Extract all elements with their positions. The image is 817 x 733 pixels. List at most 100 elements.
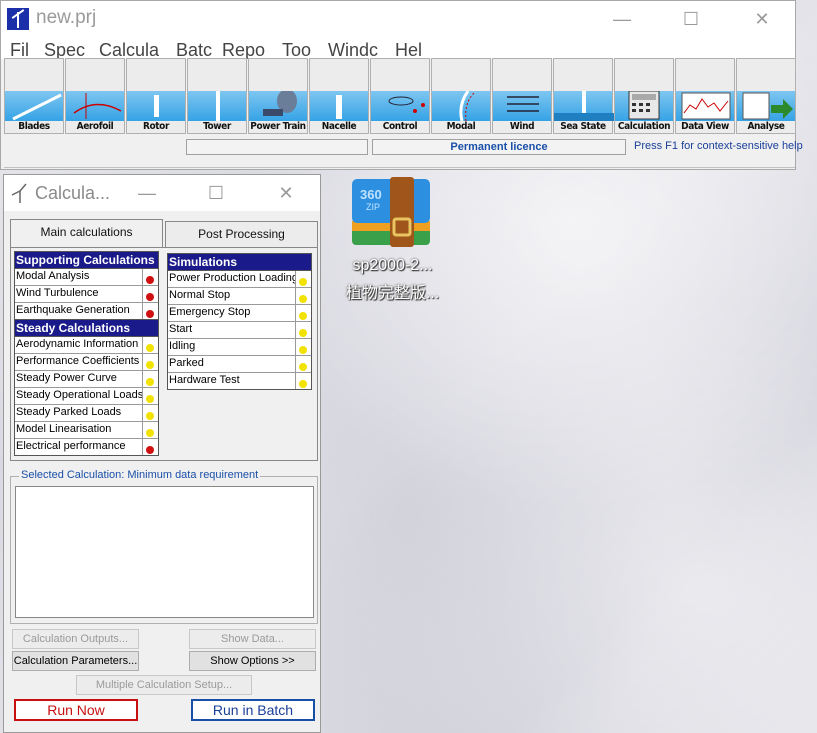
menu-reports[interactable]: Repo: [222, 40, 265, 59]
calc-item-modal-analysis[interactable]: Modal Analysis: [15, 269, 158, 286]
calculation-window: Calcula... — ☐ ✕ Main calculations Post …: [3, 174, 321, 733]
status-red-icon: [142, 303, 158, 319]
toolbar-nacelle-button[interactable]: Nacelle: [309, 58, 369, 134]
minimize-icon[interactable]: —: [132, 181, 162, 205]
toolbar-rotor-button[interactable]: Rotor: [126, 58, 186, 134]
status-yellow-icon: [295, 271, 311, 287]
menu-calculation[interactable]: Calcula: [99, 40, 159, 59]
selected-calculation-label: Selected Calculation: Minimum data requi…: [19, 469, 261, 481]
calc-item-normal-stop[interactable]: Normal Stop: [168, 288, 311, 305]
zip-archive-icon: 360 ZIP: [352, 177, 430, 247]
toolbar-label: Aerofoil: [76, 121, 114, 132]
window-title: new.prj: [36, 7, 97, 28]
toolbar-aerofoil-button[interactable]: Aerofoil: [65, 58, 125, 134]
calc-item-wind-turbulence[interactable]: Wind Turbulence: [15, 286, 158, 303]
status-red-icon: [142, 269, 158, 285]
power-train-icon: [249, 89, 307, 121]
maximize-icon[interactable]: ☐: [201, 181, 231, 205]
calc-item-label: Wind Turbulence: [16, 287, 99, 299]
calc-item-performance-coefficients[interactable]: Performance Coefficients: [15, 354, 158, 371]
toolbar-tower-button[interactable]: Tower: [187, 58, 247, 134]
status-yellow-icon: [142, 422, 158, 438]
show-data-button[interactable]: Show Data...: [189, 629, 316, 649]
calc-item-hardware-test[interactable]: Hardware Test: [168, 373, 311, 389]
menu-specification[interactable]: Spec: [44, 40, 85, 59]
run-now-button[interactable]: Run Now: [14, 699, 138, 721]
menu-tools[interactable]: Too: [282, 40, 311, 59]
calc-item-label: Steady Parked Loads: [16, 406, 122, 418]
status-yellow-icon: [295, 322, 311, 338]
menu-batch[interactable]: Batc: [176, 40, 212, 59]
calc-item-label: Parked: [169, 357, 204, 369]
status-red-icon: [142, 439, 158, 455]
toolbar-label: Tower: [203, 121, 231, 132]
toolbar-label: Blades: [18, 121, 50, 132]
menu-help[interactable]: Hel: [395, 40, 422, 59]
toolbar-modal-button[interactable]: Modal: [431, 58, 491, 134]
aerofoil-icon: [66, 91, 124, 121]
calculator-icon: [615, 90, 673, 121]
calc-item-electrical-performance[interactable]: Electrical performance: [15, 439, 158, 455]
calc-item-model-linearisation[interactable]: Model Linearisation: [15, 422, 158, 439]
toolbar-data-view-button[interactable]: Data View: [675, 58, 735, 134]
calc-item-label: Performance Coefficients: [16, 355, 140, 367]
calc-item-label: Steady Operational Loads: [16, 389, 144, 401]
desktop-zip-file[interactable]: 360 ZIP sp2000-2... 植物完整版...: [340, 175, 445, 305]
maximize-icon[interactable]: ☐: [676, 7, 706, 31]
toolbar-blades-button[interactable]: Blades: [4, 58, 64, 134]
turbine-icon: [11, 183, 27, 203]
wind-icon: [493, 91, 551, 121]
toolbar: Blades Aerofoil Rotor Tower Power Train: [4, 58, 796, 135]
simulations-group: Simulations Power Production Loading Nor…: [167, 253, 312, 390]
selected-calculation-textbox[interactable]: [15, 486, 314, 618]
close-icon[interactable]: ✕: [271, 181, 301, 205]
minimize-icon[interactable]: —: [607, 7, 637, 31]
toolbar-label: Sea State: [560, 121, 606, 132]
toolbar-power-train-button[interactable]: Power Train: [248, 58, 308, 134]
title-bar[interactable]: new.prj — ☐ ✕: [1, 1, 795, 37]
calculation-parameters-button[interactable]: Calculation Parameters...: [12, 651, 139, 671]
calc-item-steady-power-curve[interactable]: Steady Power Curve: [15, 371, 158, 388]
multiple-calculation-setup-button[interactable]: Multiple Calculation Setup...: [76, 675, 252, 695]
toolbar-analyse-button[interactable]: Analyse: [736, 58, 796, 134]
turbine-app-icon: [7, 8, 29, 30]
close-icon[interactable]: ✕: [747, 7, 777, 31]
tower-icon: [188, 91, 246, 121]
main-window: new.prj — ☐ ✕ Fil Spec Calcula Batc Repo…: [0, 0, 803, 170]
calculation-outputs-button[interactable]: Calculation Outputs...: [12, 629, 139, 649]
calc-item-label: Aerodynamic Information: [16, 338, 139, 350]
calc-item-parked[interactable]: Parked: [168, 356, 311, 373]
tab-main-calculations[interactable]: Main calculations: [10, 219, 163, 247]
calc-item-emergency-stop[interactable]: Emergency Stop: [168, 305, 311, 322]
status-yellow-icon: [142, 405, 158, 421]
calc-item-steady-parked-loads[interactable]: Steady Parked Loads: [15, 405, 158, 422]
calc-item-label: Steady Power Curve: [16, 372, 117, 384]
calc-item-power-production-loading[interactable]: Power Production Loading: [168, 271, 311, 288]
desktop-icon-label-line2: 植物完整版...: [345, 285, 440, 302]
selected-calculation-group: Selected Calculation: Minimum data requi…: [10, 469, 318, 624]
licence-status: Permanent licence: [372, 139, 626, 155]
status-yellow-icon: [295, 288, 311, 304]
toolbar-sea-state-button[interactable]: Sea State: [553, 58, 614, 134]
status-yellow-icon: [142, 354, 158, 370]
toolbar-calculation-button[interactable]: Calculation: [614, 58, 674, 134]
toolbar-label: Power Train: [250, 121, 306, 132]
toolbar-label: Analyse: [747, 121, 785, 132]
calc-item-idling[interactable]: Idling: [168, 339, 311, 356]
calc-item-steady-operational-loads[interactable]: Steady Operational Loads: [15, 388, 158, 405]
toolbar-label: Modal: [446, 121, 476, 132]
tab-post-processing[interactable]: Post Processing: [165, 221, 318, 247]
menu-file[interactable]: Fil: [10, 40, 29, 59]
calc-title-bar[interactable]: Calcula... — ☐ ✕: [4, 175, 320, 211]
calc-item-label: Modal Analysis: [16, 270, 90, 282]
calc-item-aerodynamic-information[interactable]: Aerodynamic Information: [15, 337, 158, 354]
toolbar-wind-button[interactable]: Wind: [492, 58, 552, 134]
calc-item-start[interactable]: Start: [168, 322, 311, 339]
menu-window[interactable]: Windc: [328, 40, 378, 59]
toolbar-control-button[interactable]: Control: [370, 58, 430, 134]
run-in-batch-button[interactable]: Run in Batch: [191, 699, 315, 721]
calc-item-label: Normal Stop: [169, 289, 231, 301]
show-options-button[interactable]: Show Options >>: [189, 651, 316, 671]
calc-item-earthquake-generation[interactable]: Earthquake Generation: [15, 303, 158, 319]
status-yellow-icon: [295, 356, 311, 372]
